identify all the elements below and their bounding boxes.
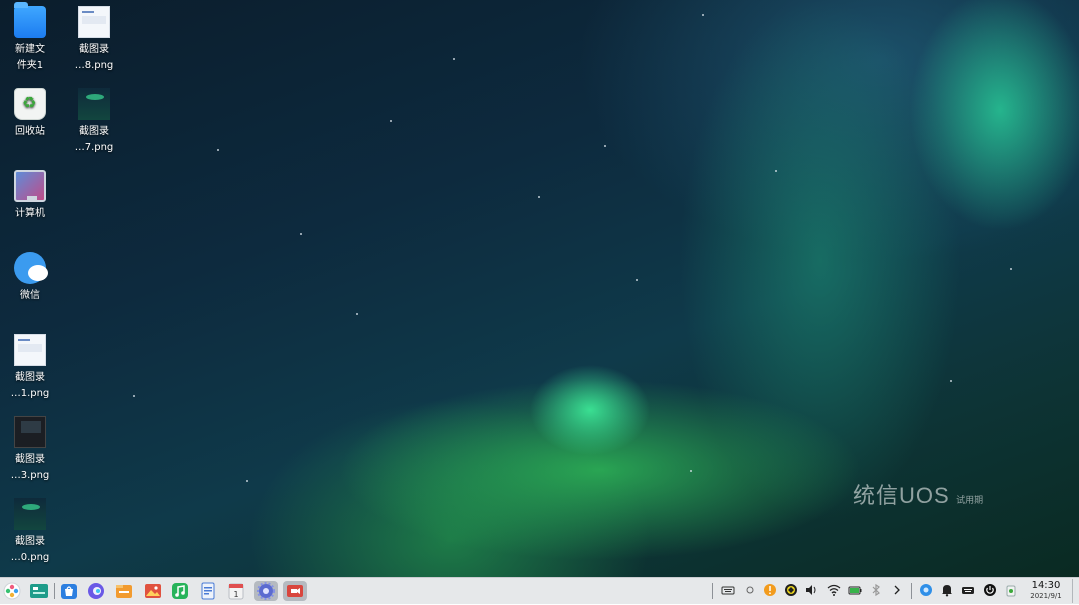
star: [246, 480, 248, 482]
file-manager-button[interactable]: [114, 581, 134, 601]
desktop-item-computer[interactable]: 计算机: [0, 170, 60, 222]
star: [1010, 268, 1012, 270]
watermark-edition: 试用期: [956, 495, 984, 505]
desktop-item-screenshot-8[interactable]: 截图录 …8.png: [64, 6, 124, 74]
bluetooth-icon[interactable]: [869, 583, 883, 597]
screenshot-thumb-icon: [78, 88, 110, 120]
desktop-item-label: 截图录 …7.png: [74, 126, 114, 153]
os-watermark: 统信UOS 试用期: [853, 478, 983, 510]
launcher-button[interactable]: [2, 581, 22, 601]
star: [702, 14, 704, 16]
datetime[interactable]: 14:30 2021/9/1: [1026, 580, 1066, 601]
keyboard-icon[interactable]: [721, 583, 735, 597]
music-button[interactable]: [170, 581, 190, 601]
desktop-item-screenshot-7[interactable]: 截图录 …7.png: [64, 88, 124, 156]
star: [356, 313, 358, 315]
system-settings-button[interactable]: [254, 581, 278, 601]
desktop-item-label: 新建文 件夹1: [15, 44, 45, 71]
star: [950, 380, 952, 382]
desktop-item-label: 截图录 …1.png: [10, 372, 50, 399]
star: [604, 145, 606, 147]
desktop[interactable]: 新建文 件夹1 截图录 …8.png 回收站 截图录 …7.png 计算机 微信…: [0, 0, 1079, 577]
trash-icon: [14, 88, 46, 120]
document-viewer-button[interactable]: [198, 581, 218, 601]
star: [300, 233, 302, 235]
calendar-button[interactable]: 1: [226, 581, 246, 601]
star: [690, 470, 692, 472]
star: [636, 279, 638, 281]
screenshot-thumb-icon: [14, 416, 46, 448]
wechat-icon: [14, 252, 48, 284]
circle-indicator-icon[interactable]: [743, 583, 757, 597]
screenshot-thumb-icon: [14, 334, 46, 366]
browser-icon: [88, 583, 104, 599]
multitask-view-icon: [30, 584, 48, 598]
desktop-item-label: 截图录 …8.png: [74, 44, 114, 71]
screenshot-thumb-icon: [14, 498, 46, 530]
desktop-item-label: 截图录 …0.png: [10, 536, 50, 563]
taskbar: 1 14:30 2021/9/1: [0, 577, 1079, 604]
security-center-icon[interactable]: [784, 583, 798, 597]
app-store-icon: [61, 584, 77, 599]
star: [133, 395, 135, 397]
computer-icon: [14, 170, 46, 202]
onscreen-keyboard-icon[interactable]: [961, 583, 975, 597]
launcher-icon: [3, 582, 21, 600]
star: [453, 58, 455, 60]
taskbar-separator: [911, 583, 912, 599]
desktop-item-label: 计算机: [15, 208, 45, 219]
desktop-item-label: 回收站: [15, 126, 45, 137]
desktop-item-screenshot-3[interactable]: 截图录 …3.png: [0, 416, 60, 484]
star: [538, 196, 540, 198]
calendar-icon: 1: [228, 583, 244, 600]
wifi-icon[interactable]: [827, 583, 841, 597]
file-manager-icon: [116, 585, 132, 598]
desktop-item-screenshot-1[interactable]: 截图录 …1.png: [0, 334, 60, 402]
svg-text:1: 1: [233, 590, 238, 599]
folder-icon: [14, 2, 46, 38]
clock-time: 14:30: [1031, 580, 1061, 591]
browser-tray-icon[interactable]: [919, 583, 933, 597]
desktop-item-wechat[interactable]: 微信: [0, 252, 60, 304]
system-settings-icon: [257, 582, 275, 600]
app-store-button[interactable]: [59, 581, 79, 601]
multitask-view-button[interactable]: [29, 581, 49, 601]
clock-date: 2021/9/1: [1030, 592, 1062, 600]
screenshot-thumb-icon: [78, 6, 110, 38]
star: [390, 120, 392, 122]
desktop-item-new-folder[interactable]: 新建文 件夹1: [0, 2, 60, 74]
taskbar-separator: [54, 583, 55, 599]
star: [775, 170, 777, 172]
music-icon: [172, 583, 188, 599]
volume-icon[interactable]: [804, 583, 818, 597]
browser-button[interactable]: [86, 581, 106, 601]
battery-icon[interactable]: [848, 583, 862, 597]
document-viewer-icon: [201, 582, 215, 600]
screen-recorder-button[interactable]: [283, 581, 307, 601]
desktop-item-label: 截图录 …3.png: [10, 454, 50, 481]
taskbar-separator: [712, 583, 713, 599]
show-desktop-button[interactable]: [1072, 579, 1079, 603]
power-icon[interactable]: [983, 583, 997, 597]
notification-bell-icon[interactable]: [940, 583, 954, 597]
star: [217, 149, 219, 151]
desktop-item-screenshot-0[interactable]: 截图录 …0.png: [0, 498, 60, 566]
image-viewer-icon: [145, 584, 161, 598]
update-notifier-icon[interactable]: [763, 583, 777, 597]
watermark-brand: 统信UOS: [853, 483, 950, 508]
trash-tray-icon[interactable]: [1004, 583, 1018, 597]
expand-tray-icon[interactable]: [890, 583, 904, 597]
screen-recorder-icon: [287, 585, 303, 597]
image-viewer-button[interactable]: [143, 581, 163, 601]
desktop-item-label: 微信: [20, 290, 40, 301]
desktop-item-trash[interactable]: 回收站: [0, 88, 60, 140]
